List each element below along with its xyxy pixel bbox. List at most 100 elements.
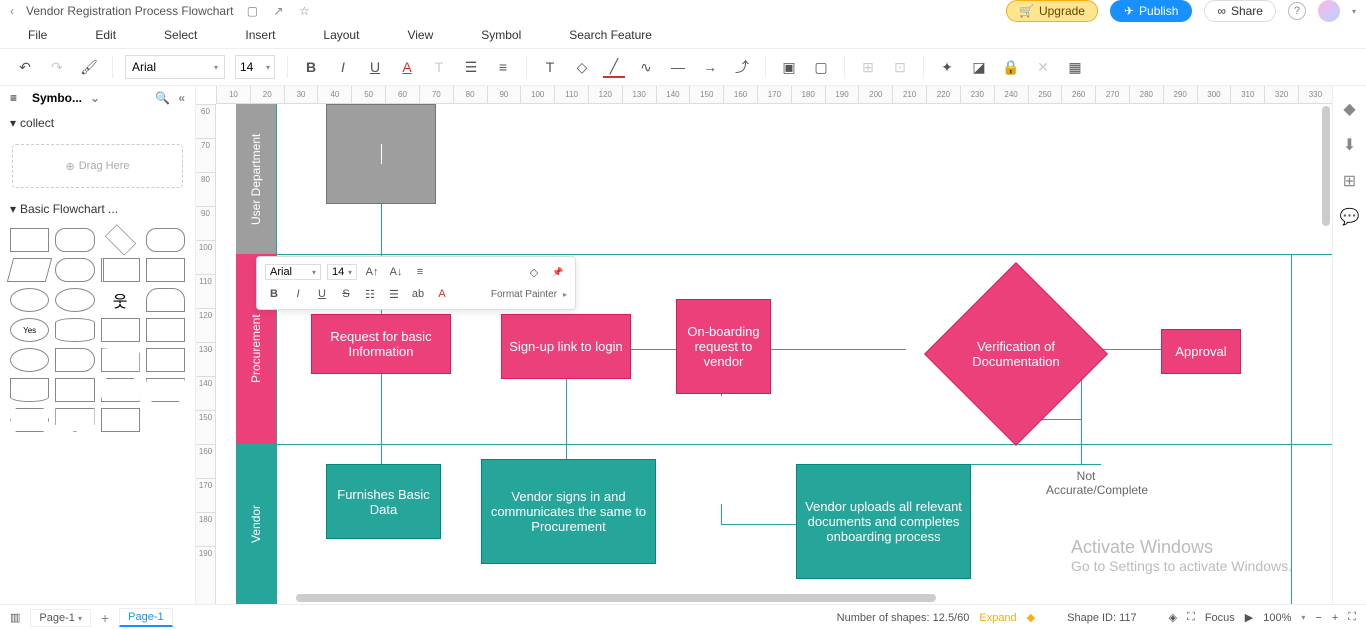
undo-button[interactable]: ↶: [14, 56, 36, 78]
align-vertical-button[interactable]: ≡: [492, 56, 514, 78]
size-select[interactable]: 14▾: [235, 55, 275, 79]
align-button[interactable]: ⊞: [857, 56, 879, 78]
drag-target[interactable]: ⊕Drag Here: [12, 144, 183, 188]
fullscreen-icon[interactable]: ⛶: [1348, 611, 1356, 624]
mini-font-select[interactable]: Arial▾: [265, 264, 321, 280]
shape-verification[interactable]: Verification of Documentation: [951, 289, 1081, 419]
comment-icon[interactable]: 💬: [1341, 208, 1359, 226]
fill-button[interactable]: ◇: [571, 56, 593, 78]
mini-size-select[interactable]: 14▾: [327, 264, 357, 280]
underline-button[interactable]: U: [364, 56, 386, 78]
layers-icon[interactable]: ◈: [1169, 611, 1177, 624]
mini-list-bullet[interactable]: ☰: [385, 288, 403, 301]
shape-loop[interactable]: [146, 348, 185, 372]
fit-icon[interactable]: ⛶: [1187, 611, 1195, 624]
table-button[interactable]: ▦: [1064, 56, 1086, 78]
menu-file[interactable]: File: [28, 28, 47, 42]
add-page-button[interactable]: +: [101, 610, 109, 626]
share-button[interactable]: ∞Share: [1204, 0, 1276, 22]
mini-align[interactable]: ≡: [411, 266, 429, 278]
shape-terminator[interactable]: [146, 228, 185, 252]
star-icon[interactable]: ☆: [297, 4, 311, 18]
shape-approval[interactable]: Approval: [1161, 329, 1241, 374]
shape-stored[interactable]: [55, 348, 94, 372]
align-left-button[interactable]: ☰: [460, 56, 482, 78]
shape-trapezoid2[interactable]: [146, 378, 185, 402]
shape-circle[interactable]: [55, 288, 94, 312]
help-icon[interactable]: ?: [1288, 2, 1306, 20]
page-select[interactable]: Page-1 ▾: [30, 609, 91, 627]
collapse-icon[interactable]: «: [178, 91, 185, 105]
shape-display[interactable]: [146, 288, 185, 312]
mini-format-painter-label[interactable]: Format Painter: [491, 289, 557, 300]
zoom-level[interactable]: 100%: [1263, 612, 1291, 624]
shape-document[interactable]: [10, 378, 49, 402]
shape-actor[interactable]: 웃: [101, 288, 140, 312]
font-color-button[interactable]: A: [396, 56, 418, 78]
tools-button[interactable]: ✕: [1032, 56, 1054, 78]
italic-button[interactable]: I: [332, 56, 354, 78]
menu-symbol[interactable]: Symbol: [481, 28, 521, 42]
format-painter-button[interactable]: 🖌: [78, 56, 100, 78]
shape-rounded[interactable]: [55, 228, 94, 252]
canvas[interactable]: User Department Procurement Vendor Reque…: [216, 104, 1332, 604]
expand-link[interactable]: Expand: [979, 612, 1016, 624]
redo-button[interactable]: ↷: [46, 56, 68, 78]
avatar-menu-caret[interactable]: ▾: [1352, 7, 1356, 16]
mini-format-painter-icon[interactable]: ◇: [525, 266, 543, 279]
section-basic-flowchart[interactable]: ▾Basic Flowchart ...: [10, 202, 185, 216]
shape-parallelogram[interactable]: [7, 258, 53, 282]
mini-font-color[interactable]: A: [433, 288, 451, 300]
mini-underline[interactable]: U: [313, 288, 331, 300]
shape-predefined[interactable]: [101, 258, 140, 282]
shape-rect2[interactable]: [101, 408, 140, 432]
font-select[interactable]: Arial▾: [125, 55, 225, 79]
grid-icon[interactable]: ⊞: [1341, 172, 1359, 190]
lane-vendor[interactable]: Vendor: [236, 444, 276, 604]
shape-onboarding-request[interactable]: On-boarding request to vendor: [676, 299, 771, 394]
layer-button[interactable]: ▣: [778, 56, 800, 78]
shape-capsule[interactable]: [55, 258, 94, 282]
zoom-in-button[interactable]: +: [1332, 612, 1338, 624]
crop-button[interactable]: ◪: [968, 56, 990, 78]
search-icon[interactable]: 🔍: [155, 91, 170, 105]
focus-label[interactable]: Focus: [1205, 612, 1235, 624]
section-collect[interactable]: ▾collect: [10, 116, 185, 130]
avatar[interactable]: [1318, 0, 1340, 22]
mini-decrease-font[interactable]: A↓: [387, 266, 405, 278]
zoom-out-button[interactable]: −: [1315, 612, 1321, 624]
shape-card[interactable]: [101, 318, 140, 342]
menu-layout[interactable]: Layout: [323, 28, 359, 42]
shape-diamond[interactable]: [104, 224, 135, 255]
bold-button[interactable]: B: [300, 56, 322, 78]
shape-blank[interactable]: [146, 408, 185, 432]
shape-vendor-signin[interactable]: Vendor signs in and communicates the sam…: [481, 459, 656, 564]
menu-search[interactable]: Search Feature: [569, 28, 652, 42]
play-icon[interactable]: ▶: [1245, 611, 1253, 624]
connector-button[interactable]: ⤴: [731, 56, 753, 78]
line-weight-button[interactable]: —: [667, 56, 689, 78]
panel-expand-icon[interactable]: ⌄: [90, 91, 100, 105]
mini-increase-font[interactable]: A↑: [363, 266, 381, 278]
mini-case[interactable]: ab: [409, 288, 427, 300]
upgrade-button[interactable]: 🛒Upgrade: [1006, 0, 1098, 22]
distribute-button[interactable]: ⊡: [889, 56, 911, 78]
text-vertical-button[interactable]: T: [428, 56, 450, 78]
shape-trapezoid[interactable]: [101, 378, 140, 402]
shape-offpage[interactable]: [55, 408, 94, 432]
publish-button[interactable]: ✈Publish: [1110, 0, 1192, 22]
save-icon[interactable]: ▢: [245, 4, 259, 18]
shape-selected-empty[interactable]: [326, 104, 436, 204]
shape-tape[interactable]: [55, 378, 94, 402]
mini-pin-icon[interactable]: 📌: [549, 267, 567, 278]
effects-button[interactable]: ✦: [936, 56, 958, 78]
menu-edit[interactable]: Edit: [95, 28, 116, 42]
line-style-button[interactable]: ∿: [635, 56, 657, 78]
shape-furnishes-data[interactable]: Furnishes Basic Data: [326, 464, 441, 539]
arrow-button[interactable]: →: [699, 56, 721, 78]
open-external-icon[interactable]: ↗: [271, 4, 285, 18]
pages-icon[interactable]: ▥: [10, 611, 20, 624]
theme-icon[interactable]: ◆: [1341, 100, 1359, 118]
scrollbar-vertical[interactable]: [1322, 106, 1330, 226]
export-icon[interactable]: ⬇: [1341, 136, 1359, 154]
